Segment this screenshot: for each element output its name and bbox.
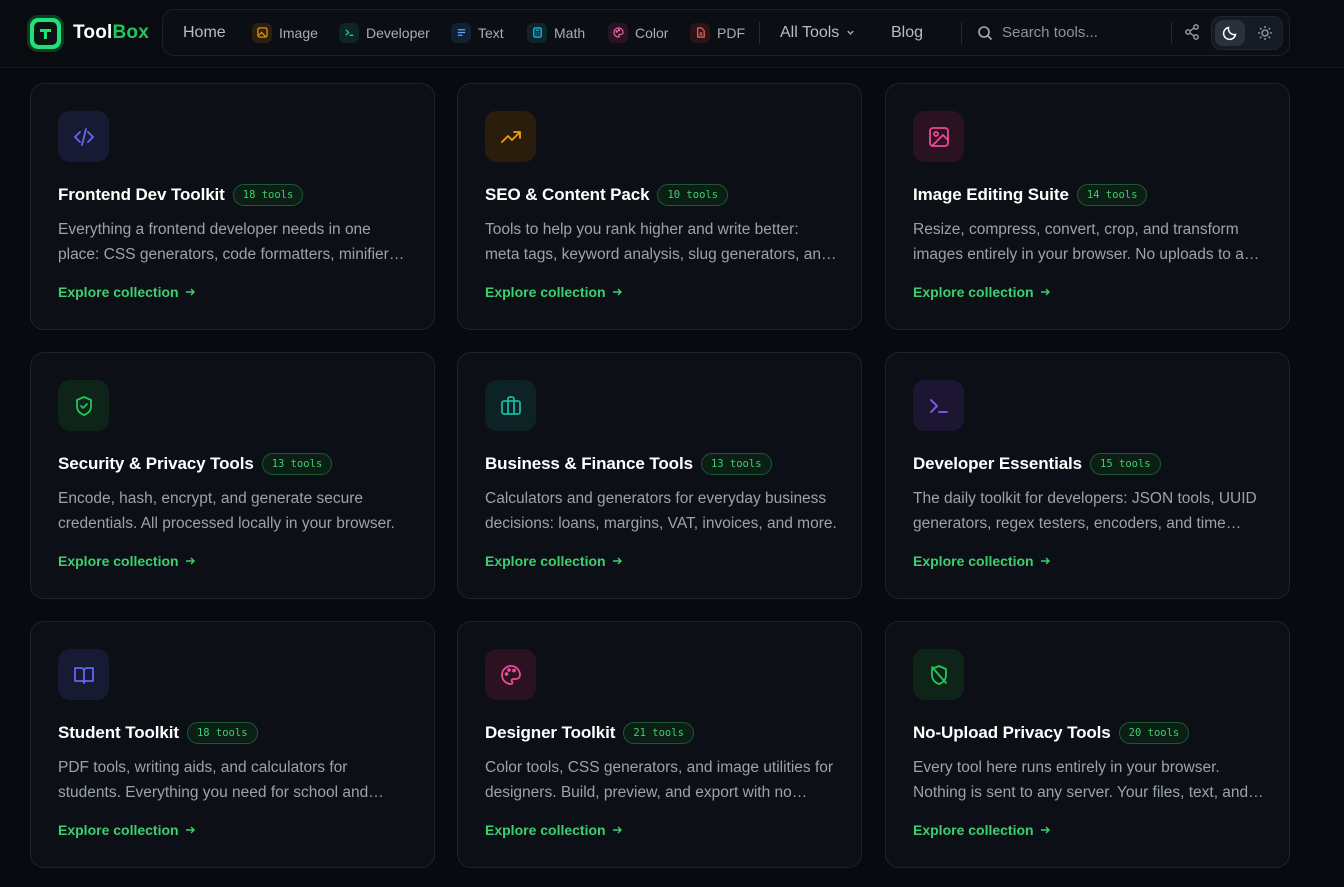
- share-button[interactable]: [1183, 23, 1203, 43]
- arrow-right-icon: [185, 557, 195, 565]
- card-title: Designer Toolkit: [485, 723, 616, 742]
- main-nav: Home Image Developer Text Math Color PDF…: [162, 9, 1290, 56]
- tool-count-badge: 10 tools: [657, 184, 729, 206]
- card-title: Developer Essentials: [913, 454, 1083, 473]
- terminal-icon: [913, 380, 964, 431]
- theme-toggle: [1211, 16, 1283, 50]
- collection-card[interactable]: SEO & Content Pack 10 tools Tools to help…: [457, 83, 862, 330]
- explore-collection-link[interactable]: Explore collection: [485, 553, 623, 569]
- collection-card[interactable]: Security & Privacy Tools 13 tools Encode,…: [30, 352, 435, 599]
- logo[interactable]: ToolBox: [30, 17, 149, 49]
- shield-check-icon: [58, 380, 109, 431]
- nav-blog[interactable]: Blog: [891, 10, 923, 55]
- explore-collection-link[interactable]: Explore collection: [58, 822, 196, 838]
- card-title: Frontend Dev Toolkit: [58, 185, 225, 204]
- nav-developer[interactable]: Developer: [339, 10, 430, 55]
- card-description: Every tool here runs entirely in your br…: [913, 759, 1249, 801]
- card-title: SEO & Content Pack: [485, 185, 650, 204]
- explore-collection-link[interactable]: Explore collection: [58, 553, 196, 569]
- collection-card[interactable]: Frontend Dev Toolkit 18 tools Everything …: [30, 83, 435, 330]
- moon-icon: [1222, 26, 1237, 41]
- image-icon: [913, 111, 964, 162]
- card-title: Student Toolkit: [58, 723, 179, 742]
- tool-count-badge: 13 tools: [261, 453, 333, 475]
- nav-math[interactable]: Math: [527, 10, 585, 55]
- shield-off-icon: [913, 649, 964, 700]
- palette-icon: [485, 649, 536, 700]
- arrow-right-icon: [185, 288, 195, 296]
- site-header: ToolBox Home Image Developer Text Math C…: [0, 0, 1344, 68]
- tool-count-badge: 18 tools: [232, 184, 304, 206]
- card-title: No-Upload Privacy Tools: [913, 723, 1111, 742]
- pdf-icon: [690, 22, 710, 43]
- explore-collection-link[interactable]: Explore collection: [913, 284, 1051, 300]
- search-icon: [978, 25, 993, 40]
- code-icon: [58, 111, 109, 162]
- nav-home[interactable]: Home: [183, 10, 226, 55]
- card-description: Color tools, CSS generators, and image u…: [485, 759, 834, 801]
- explore-collection-link[interactable]: Explore collection: [913, 822, 1051, 838]
- arrow-right-icon: [612, 557, 622, 565]
- arrow-right-icon: [1040, 557, 1050, 565]
- nav-divider: [1171, 22, 1172, 44]
- nav-image[interactable]: Image: [252, 10, 318, 55]
- arrow-right-icon: [185, 826, 195, 834]
- nav-divider: [759, 22, 760, 44]
- tool-count-badge: 15 tools: [1090, 453, 1161, 475]
- card-description: Everything a frontend developer needs in…: [58, 221, 401, 263]
- calculator-icon: [527, 22, 547, 43]
- nav-all-tools[interactable]: All Tools: [780, 10, 856, 55]
- light-mode-button[interactable]: [1250, 20, 1280, 46]
- arrow-right-icon: [612, 826, 622, 834]
- explore-collection-link[interactable]: Explore collection: [913, 553, 1051, 569]
- tool-count-badge: 20 tools: [1118, 722, 1190, 744]
- trending-up-icon: [485, 111, 536, 162]
- palette-icon: [608, 22, 628, 43]
- briefcase-icon: [485, 380, 536, 431]
- tool-count-badge: 14 tools: [1076, 184, 1148, 206]
- card-title: Image Editing Suite: [913, 185, 1069, 204]
- collection-card[interactable]: Image Editing Suite 14 tools Resize, comp…: [885, 83, 1290, 330]
- card-title: Business & Finance Tools: [485, 454, 693, 473]
- text-lines-icon: [451, 22, 471, 43]
- nav-text[interactable]: Text: [451, 10, 504, 55]
- nav-color[interactable]: Color: [608, 10, 668, 55]
- dark-mode-button[interactable]: [1215, 20, 1245, 46]
- card-title: Security & Privacy Tools: [58, 454, 254, 473]
- card-description: Calculators and generators for everyday …: [485, 490, 837, 532]
- image-icon: [252, 22, 272, 43]
- explore-collection-link[interactable]: Explore collection: [485, 284, 623, 300]
- logo-text: ToolBox: [73, 22, 149, 43]
- collection-card[interactable]: Developer Essentials 15 tools The daily t…: [885, 352, 1290, 599]
- collection-card[interactable]: Designer Toolkit 21 tools Color tools, CS…: [457, 621, 862, 868]
- sun-icon: [1258, 26, 1272, 40]
- card-description: Resize, compress, convert, crop, and tra…: [913, 221, 1261, 263]
- card-description: The daily toolkit for developers: JSON t…: [913, 490, 1257, 532]
- collection-card[interactable]: Business & Finance Tools 13 tools Calcula…: [457, 352, 862, 599]
- collection-card[interactable]: Student Toolkit 18 tools PDF tools, writi…: [30, 621, 435, 868]
- share-icon: [1185, 24, 1199, 40]
- chevron-down-icon: [847, 30, 855, 35]
- tool-count-badge: 21 tools: [623, 722, 694, 744]
- card-description: PDF tools, writing aids, and calculators…: [58, 759, 369, 801]
- arrow-right-icon: [1040, 288, 1050, 296]
- arrow-right-icon: [612, 288, 622, 296]
- book-open-icon: [58, 649, 109, 700]
- collection-card[interactable]: No-Upload Privacy Tools 20 tools Every to…: [885, 621, 1290, 868]
- explore-collection-link[interactable]: Explore collection: [58, 284, 196, 300]
- card-description: Encode, hash, encrypt, and generate secu…: [58, 490, 395, 532]
- search-input[interactable]: Search tools...: [977, 10, 1098, 55]
- arrow-right-icon: [1040, 826, 1050, 834]
- logo-icon: [30, 17, 61, 49]
- tool-count-badge: 18 tools: [186, 722, 258, 744]
- nav-divider: [961, 22, 962, 44]
- tool-count-badge: 13 tools: [700, 453, 772, 475]
- explore-collection-link[interactable]: Explore collection: [485, 822, 623, 838]
- terminal-icon: [339, 22, 359, 43]
- nav-pdf[interactable]: PDF: [690, 10, 745, 55]
- card-description: Tools to help you rank higher and write …: [485, 221, 830, 263]
